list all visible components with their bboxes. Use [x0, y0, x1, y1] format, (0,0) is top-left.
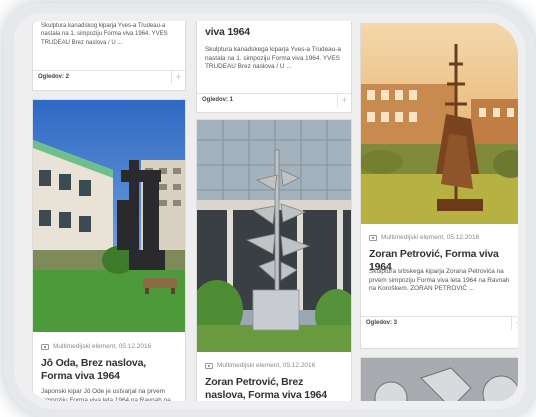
- screenshot-frame: Skulptura kanadskog kiparja Yves-a Trude…: [14, 13, 526, 409]
- card-title: Jô Oda, Brez naslova, Forma viva 1964: [41, 357, 146, 382]
- sculpture-photo: [197, 120, 351, 352]
- multimedia-icon: [205, 362, 213, 369]
- card-description: Skulptura kanadskog kiparja Yves-a Trude…: [41, 23, 168, 46]
- photo-image: [33, 100, 185, 332]
- card-title: viva 1964: [205, 26, 250, 38]
- card-description: Skulptura kanadskega kiparja Yves-a Trud…: [205, 46, 341, 71]
- card-zoran-petrovic-1[interactable]: Multimedijski element, 05.12.2016 Zoran …: [360, 23, 518, 349]
- views-count: Ogledov: 3: [366, 320, 398, 326]
- card-jo-oda[interactable]: Multimedijski element, 05.12.2016 Jô Oda…: [32, 99, 186, 401]
- sculpture-photo: [361, 358, 518, 401]
- card-trudeau-left[interactable]: Skulptura kanadskog kiparja Yves-a Trude…: [32, 21, 186, 91]
- card-footer: Ogledov: 2 +: [33, 70, 185, 84]
- card-meta: Multimedijski element, 05.12.2016: [205, 362, 315, 369]
- card-footer: Ogledov: 3 +: [361, 316, 518, 330]
- photo-image: [361, 24, 518, 224]
- card-description: Japonski kipar Jô Ode je ustvarjal na pr…: [41, 388, 171, 401]
- add-button[interactable]: +: [171, 71, 185, 84]
- views-count: Ogledov: 2: [38, 74, 70, 80]
- card-description: Skulptura srbskega kiparja Zorana Petrov…: [369, 268, 510, 293]
- card-title: Zoran Petrović, Brez naslova, Forma viva…: [205, 376, 327, 401]
- add-button[interactable]: +: [511, 317, 518, 330]
- sculpture-photo: [361, 24, 518, 224]
- multimedia-icon: [369, 234, 377, 241]
- sculpture-photo: [33, 100, 185, 332]
- photo-image: [361, 358, 518, 401]
- card-meta: Multimedijski element, 05.12.2016: [41, 343, 151, 350]
- multimedia-icon: [41, 343, 49, 350]
- photo-image: [197, 120, 351, 352]
- card-zoran-petrovic-2[interactable]: Multimedijski element, 05.12.2016 Zoran …: [196, 119, 352, 401]
- card-meta: Multimedijski element, 05.12.2016: [369, 234, 479, 241]
- card-footer: Ogledov: 1 +: [197, 93, 351, 107]
- card-trudeau-middle[interactable]: viva 1964 Skulptura kanadskega kiparja Y…: [196, 21, 352, 113]
- add-button[interactable]: +: [337, 94, 351, 107]
- card-bottom-right-photo[interactable]: [360, 357, 518, 401]
- masonry-grid: Skulptura kanadskog kiparja Yves-a Trude…: [22, 21, 518, 401]
- views-count: Ogledov: 1: [202, 97, 234, 103]
